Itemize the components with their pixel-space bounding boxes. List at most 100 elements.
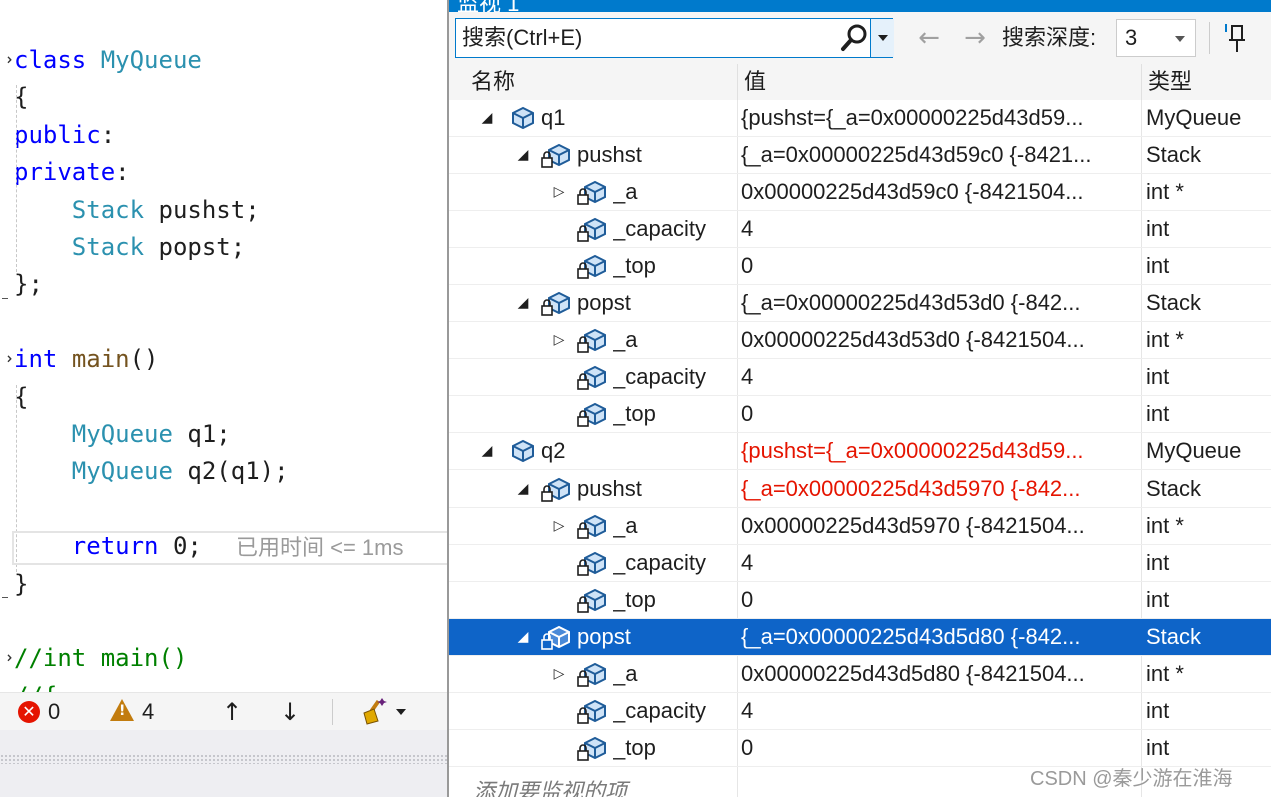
watch-row[interactable]: ▷ _a 0x00000225d43d5970 {-8421504... int * [449,508,1271,545]
watch-row-type: Stack [1146,623,1202,649]
column-header-name[interactable]: 名称 [465,64,737,100]
watch-row[interactable]: _top 0 int [449,248,1271,286]
watch-row[interactable]: ◢ q2 {pushst={_a=0x00000225d43d59... MyQueu… [449,433,1271,471]
expand-triangle-icon[interactable]: ▷ [551,174,567,210]
watch-window: 监视 1 ← → 搜索深度: 3 名称 值 类型 [447,0,1271,797]
watch-row-value[interactable]: 0 [741,582,1139,618]
watch-row[interactable]: ◢ pushst {_a=0x00000225d43d59c0 {-8421... S… [449,137,1271,175]
watch-row-value[interactable]: {_a=0x00000225d43d5970 {-842... [741,471,1139,507]
code-line[interactable]: //int main() [14,640,187,677]
watch-row[interactable]: _capacity 4 int [449,359,1271,397]
watch-row[interactable]: ◢ q1 {pushst={_a=0x00000225d43d59... MyQueu… [449,100,1271,137]
watch-row-value[interactable]: {_a=0x00000225d43d53d0 {-842... [741,285,1139,321]
watch-row-value[interactable]: 0x00000225d43d59c0 {-8421504... [741,174,1139,210]
watch-row-value[interactable]: 0x00000225d43d5970 {-8421504... [741,508,1139,544]
next-issue-button[interactable]: ↓ [276,697,304,727]
warning-count[interactable]: 4 [142,693,154,731]
collapse-triangle-icon[interactable]: ◢ [515,285,531,321]
watch-row-value[interactable]: 0x00000225d43d53d0 {-8421504... [741,322,1139,358]
watch-row-name: _capacity [613,549,706,575]
watch-row[interactable]: _top 0 int [449,396,1271,434]
private-member-icon [541,477,570,502]
collapse-triangle-icon[interactable]: ◢ [515,471,531,507]
watch-row[interactable]: ▷ _a 0x00000225d43d59c0 {-8421504... int * [449,174,1271,212]
code-line[interactable]: Stack popst; [14,229,245,266]
watch-title-bar[interactable]: 监视 1 [449,0,1271,12]
expand-triangle-icon[interactable]: ▷ [551,508,567,544]
watch-row-type: int * [1146,327,1184,353]
private-member-icon [541,292,570,317]
watch-row-value[interactable]: 4 [741,545,1139,581]
search-back-button[interactable]: ← [911,20,947,56]
code-line[interactable]: //{ [14,678,57,692]
watch-row-value[interactable]: 0 [741,248,1139,284]
code-line[interactable]: public: [14,117,115,154]
search-icon[interactable] [838,21,870,55]
private-member-icon [541,625,570,650]
watch-row-value[interactable]: {_a=0x00000225d43d59c0 {-8421... [741,137,1139,173]
error-count[interactable]: 0 [48,693,60,731]
watch-row[interactable]: ▷ _a 0x00000225d43d53d0 {-8421504... int * [449,322,1271,360]
watch-row[interactable]: _capacity 4 int [449,211,1271,249]
private-member-icon [577,551,606,576]
error-icon[interactable]: ✕ [18,701,40,723]
fold-end-marker [2,297,8,299]
search-input[interactable] [456,19,836,57]
code-token: main [71,345,130,374]
search-history-dropdown[interactable] [870,19,894,57]
indent-guide [16,85,17,273]
private-member-icon [577,180,606,205]
code-line[interactable]: int main() [14,341,159,378]
collapse-triangle-icon[interactable]: ◢ [479,433,495,469]
watch-row-value[interactable]: {pushst={_a=0x00000225d43d59... [741,100,1139,136]
splitter-grip[interactable] [0,754,447,764]
previous-issue-button[interactable]: ↑ [218,697,246,727]
watch-row-value[interactable]: 0x00000225d43d5d80 {-8421504... [741,656,1139,692]
expand-triangle-icon[interactable]: ▷ [551,322,567,358]
watch-row-type: int [1146,586,1170,612]
watch-row-value[interactable]: 0 [741,730,1139,766]
expand-triangle-icon[interactable]: ▷ [551,656,567,692]
watch-row-value[interactable]: 4 [741,211,1139,247]
watch-row[interactable]: ◢ popst {_a=0x00000225d43d53d0 {-842... Sta… [449,285,1271,323]
fold-toggle-icon[interactable]: ⌄ [0,53,25,66]
watch-row[interactable]: _capacity 4 int [449,545,1271,582]
fold-toggle-icon[interactable]: ⌄ [0,651,25,664]
watch-row[interactable]: _top 0 int [449,582,1271,619]
collapse-triangle-icon[interactable]: ◢ [479,100,495,136]
search-depth-select[interactable]: 3 [1116,19,1196,57]
watch-row-value[interactable]: 4 [741,359,1139,395]
watch-row-name: pushst [577,142,642,168]
watch-row-name: _top [613,586,656,612]
watch-row-value[interactable]: {_a=0x00000225d43d5d80 {-842... [741,619,1139,655]
watch-row[interactable]: ◢ popst {_a=0x00000225d43d5d80 {-842... Sta… [449,618,1271,656]
code-line[interactable]: }; [14,266,43,303]
code-cleanup-button[interactable] [360,697,414,727]
warning-icon[interactable]: ! [110,699,134,721]
column-header-type[interactable]: 类型 [1141,64,1271,100]
code-editor[interactable]: class MyQueue⌄{public:private: Stack pus… [0,0,447,692]
code-token: class [14,46,101,74]
column-header-value[interactable]: 值 [737,64,1141,100]
fold-toggle-icon[interactable]: ⌄ [0,352,25,365]
watch-row[interactable]: ▷ _a 0x00000225d43d5d80 {-8421504... int * [449,656,1271,693]
watch-row-value[interactable]: {pushst={_a=0x00000225d43d59... [741,433,1139,469]
watch-row-type: int [1146,697,1170,723]
watch-row-type: Stack [1146,142,1202,168]
code-line[interactable]: private: [14,154,130,191]
watch-row-value[interactable]: 0 [741,396,1139,432]
watch-row[interactable]: _capacity 4 int [449,693,1271,730]
collapse-triangle-icon[interactable]: ◢ [515,137,531,173]
watch-row-name: q1 [541,105,566,130]
code-line[interactable]: Stack pushst; [14,192,260,229]
watch-row[interactable]: ◢ pushst {_a=0x00000225d43d5970 {-842... St… [449,471,1271,508]
collapse-triangle-icon[interactable]: ◢ [515,619,531,655]
search-forward-button[interactable]: → [957,20,993,56]
code-line[interactable]: MyQueue q2(q1); [14,453,289,490]
code-token: Stack [71,233,145,261]
watch-row-name: _top [613,734,656,760]
pin-icon[interactable] [1223,22,1253,54]
code-line[interactable]: MyQueue q1; [14,416,231,453]
code-line[interactable]: class MyQueue [14,42,202,79]
watch-row-value[interactable]: 4 [741,693,1139,729]
